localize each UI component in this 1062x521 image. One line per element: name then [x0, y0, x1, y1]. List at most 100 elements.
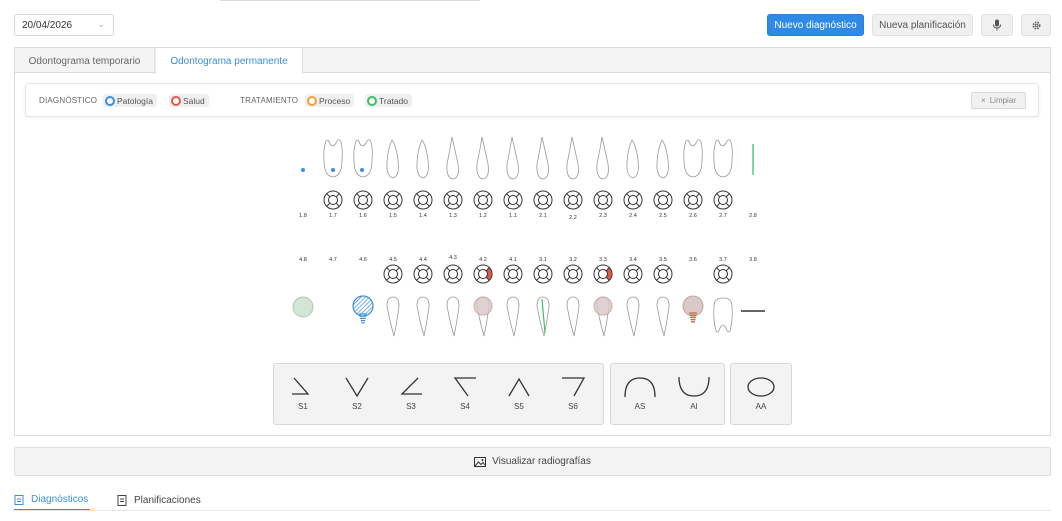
s4-label: S4: [460, 402, 470, 411]
upper-surface-diagram[interactable]: [683, 190, 703, 210]
lower-surface-diagram[interactable]: [623, 264, 643, 284]
upper-tooth[interactable]: [626, 139, 639, 179]
implant-tooth[interactable]: [682, 295, 704, 323]
tooth-number: 2.3: [599, 213, 607, 219]
lower-surface-diagram[interactable]: [653, 264, 673, 284]
upper-surface-diagram[interactable]: [443, 190, 463, 210]
upper-tooth[interactable]: [596, 136, 609, 180]
lower-surface-diagram[interactable]: [413, 264, 433, 284]
ai-icon: [678, 376, 710, 397]
symbol-s2[interactable]: S2: [342, 363, 372, 425]
tooth-number: 4.3: [449, 255, 457, 261]
tooth-number: 2.4: [629, 213, 637, 219]
upper-surface-diagram[interactable]: [593, 190, 613, 210]
lower-tooth[interactable]: [656, 296, 670, 337]
implant-tooth[interactable]: [352, 295, 374, 324]
upper-tooth[interactable]: [446, 136, 459, 180]
upper-tooth[interactable]: [536, 136, 549, 180]
surface-symbols-group: [273, 363, 604, 425]
tab-plans[interactable]: Planificaciones: [117, 489, 201, 511]
upper-tooth[interactable]: [386, 139, 399, 179]
tooth-number: 3.5: [659, 257, 667, 263]
symbol-aa[interactable]: AA: [744, 363, 778, 425]
crown-marker: [473, 296, 493, 316]
symbol-ai[interactable]: AI: [677, 363, 711, 425]
lower-tooth[interactable]: [386, 296, 400, 337]
tooth-number: 4.6: [359, 257, 367, 263]
crown-marker: [593, 296, 613, 316]
upper-tooth[interactable]: [713, 139, 733, 178]
s2-icon: [345, 377, 369, 398]
upper-tooth[interactable]: [683, 139, 703, 178]
upper-surface-diagram[interactable]: [473, 190, 493, 210]
tooth-number: 3.3: [599, 257, 607, 263]
plans-label: Planificaciones: [134, 494, 201, 506]
tooth-number: 3.7: [719, 257, 727, 263]
lower-tooth[interactable]: [713, 297, 733, 333]
symbol-s3[interactable]: S3: [396, 363, 426, 425]
lower-surface-diagram[interactable]: [533, 264, 553, 284]
tooth-number: 1.6: [359, 213, 367, 219]
healthy-marker[interactable]: [292, 296, 314, 318]
view-radiographs-button[interactable]: Visualizar radiografías: [14, 447, 1051, 476]
upper-surface-diagram[interactable]: [563, 190, 583, 210]
lower-tooth[interactable]: [446, 296, 460, 337]
symbol-s6[interactable]: S6: [558, 363, 588, 425]
tooth-number: 1.5: [389, 213, 397, 219]
s3-icon: [400, 377, 422, 395]
s3-label: S3: [406, 402, 416, 411]
symbol-as[interactable]: AS: [623, 363, 657, 425]
tab-diagnostics[interactable]: Diagnósticos: [14, 489, 90, 511]
symbol-s1[interactable]: S1: [288, 363, 318, 425]
upper-tooth[interactable]: [416, 139, 429, 179]
upper-tooth[interactable]: [566, 136, 579, 180]
aa-icon: [747, 377, 775, 397]
tooth-number: 2.7: [719, 213, 727, 219]
lower-surface-diagram[interactable]: [473, 264, 493, 284]
symbol-s4[interactable]: S4: [450, 363, 480, 425]
bottom-divider: [14, 510, 1051, 511]
missing-tooth-marker[interactable]: [301, 168, 305, 172]
lower-tooth[interactable]: [626, 296, 640, 337]
tooth-number: 1.1: [509, 213, 517, 219]
lower-tooth[interactable]: [416, 296, 430, 337]
upper-surface-diagram[interactable]: [353, 190, 373, 210]
upper-surface-diagram[interactable]: [503, 190, 523, 210]
as-icon: [624, 377, 656, 398]
tooth-number: 4.7: [329, 257, 337, 263]
upper-surface-diagram[interactable]: [383, 190, 403, 210]
tooth-number: 3.8: [749, 257, 757, 263]
caries-marker: [331, 168, 335, 172]
s1-icon: [292, 377, 310, 395]
upper-tooth[interactable]: [656, 139, 669, 179]
s2-label: S2: [352, 402, 362, 411]
upper-tooth[interactable]: [506, 136, 519, 180]
upper-surface-diagram[interactable]: [713, 190, 733, 210]
tooth-number: 2.2: [569, 215, 577, 221]
s4-icon: [453, 377, 476, 397]
lower-surface-diagram[interactable]: [593, 264, 613, 284]
lower-surface-diagram[interactable]: [713, 264, 733, 284]
tooth-number: 1.3: [449, 213, 457, 219]
upper-surface-diagram[interactable]: [653, 190, 673, 210]
lower-surface-diagram[interactable]: [443, 264, 463, 284]
upper-surface-diagram[interactable]: [533, 190, 553, 210]
caries-marker: [360, 168, 364, 172]
tooth-number: 4.4: [419, 257, 427, 263]
upper-tooth[interactable]: [476, 136, 489, 180]
lower-tooth[interactable]: [506, 296, 520, 337]
upper-surface-diagram[interactable]: [623, 190, 643, 210]
lower-tooth[interactable]: [566, 296, 580, 337]
lower-surface-diagram[interactable]: [503, 264, 523, 284]
lower-surface-diagram[interactable]: [563, 264, 583, 284]
upper-surface-diagram[interactable]: [413, 190, 433, 210]
upper-surface-diagram[interactable]: [323, 190, 343, 210]
lower-surface-diagram[interactable]: [383, 264, 403, 284]
ai-label: AI: [690, 402, 698, 411]
tooth-number: 3.1: [539, 257, 547, 263]
tooth-number: 1.4: [419, 213, 427, 219]
tooth-number: 2.8: [749, 213, 757, 219]
tooth-number: 1.7: [329, 213, 337, 219]
symbol-s5[interactable]: S5: [504, 363, 534, 425]
image-icon: [474, 456, 487, 467]
